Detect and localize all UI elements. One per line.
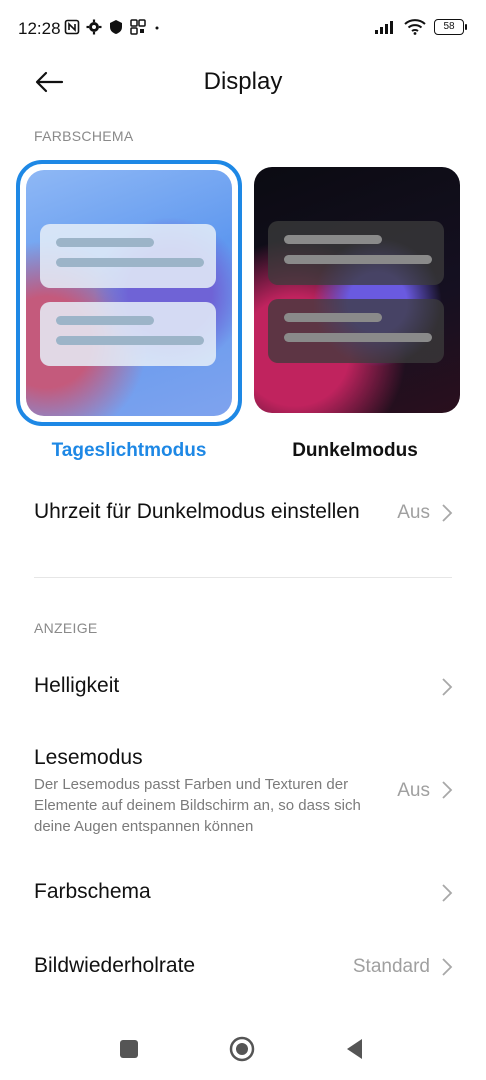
- square-icon: [120, 1040, 138, 1058]
- status-time: 12:28: [18, 19, 61, 38]
- status-notification-icons: [64, 19, 162, 35]
- reading-mode-row[interactable]: Lesemodus Der Lesemodus passt Farben und…: [0, 740, 486, 840]
- preview-panel: [268, 299, 444, 363]
- light-mode-label[interactable]: Tageslichtmodus: [20, 440, 238, 462]
- preview-panel: [40, 224, 216, 288]
- page-title: Display: [203, 68, 283, 95]
- nfc-icon: [64, 19, 80, 35]
- reading-mode-value: Aus: [397, 780, 430, 801]
- color-scheme-row[interactable]: Farbschema: [0, 874, 486, 914]
- dot-icon: [155, 26, 159, 30]
- preview-bar: [56, 336, 204, 345]
- preview-bar: [56, 258, 204, 267]
- chevron-right-icon: [442, 958, 453, 976]
- chevron-right-icon: [442, 884, 453, 902]
- chevron-right-icon: [442, 781, 453, 799]
- home-button[interactable]: [227, 1034, 257, 1064]
- reading-mode-title: Lesemodus: [34, 746, 143, 769]
- preview-panel: [40, 302, 216, 366]
- dark-schedule-title: Uhrzeit für Dunkelmodus einstellen: [34, 500, 360, 523]
- preview-bar: [56, 316, 154, 325]
- dark-schedule-value: Aus: [397, 502, 430, 523]
- triangle-back-icon: [347, 1039, 362, 1059]
- shield-icon: [110, 20, 122, 34]
- divider: [34, 577, 452, 578]
- brightness-title: Helligkeit: [34, 674, 120, 697]
- chevron-right-icon: [442, 678, 453, 696]
- preview-bar: [284, 333, 432, 342]
- navigation-bar: [0, 1020, 486, 1080]
- wifi-icon: [404, 19, 426, 35]
- back-nav-button[interactable]: [340, 1034, 370, 1064]
- dark-schedule-row[interactable]: Uhrzeit für Dunkelmodus einstellen Aus: [0, 494, 486, 534]
- gear-icon: [86, 19, 102, 35]
- dark-mode-label[interactable]: Dunkelmodus: [246, 440, 464, 462]
- chevron-right-icon: [442, 504, 453, 522]
- refresh-rate-value: Standard: [352, 956, 430, 977]
- preview-bar: [284, 313, 382, 322]
- color-scheme-title: Farbschema: [34, 880, 151, 903]
- light-mode-preview: [26, 170, 232, 416]
- status-system-icons: 58: [374, 19, 467, 35]
- preview-bar: [284, 255, 432, 264]
- section-label-anzeige: ANZEIGE: [34, 620, 98, 636]
- dark-mode-card[interactable]: [254, 167, 460, 413]
- refresh-rate-title: Bildwiederholrate: [34, 954, 196, 977]
- signal-icon: [375, 21, 393, 34]
- circle-icon: [229, 1036, 255, 1062]
- recents-button[interactable]: [114, 1034, 144, 1064]
- battery-indicator: 58: [434, 19, 467, 35]
- light-mode-card[interactable]: [16, 160, 242, 426]
- brightness-row[interactable]: Helligkeit: [0, 668, 486, 708]
- header: Display: [0, 60, 486, 106]
- section-label-farbschema: FARBSCHEMA: [34, 128, 134, 144]
- grid-apps-icon: [130, 19, 146, 35]
- status-bar: 12:28 58: [0, 0, 486, 60]
- preview-bar: [56, 238, 154, 247]
- refresh-rate-row[interactable]: Bildwiederholrate Standard: [0, 948, 486, 988]
- preview-panel: [268, 221, 444, 285]
- preview-bar: [284, 235, 382, 244]
- reading-mode-description: Der Lesemodus passt Farben und Texturen …: [34, 776, 361, 835]
